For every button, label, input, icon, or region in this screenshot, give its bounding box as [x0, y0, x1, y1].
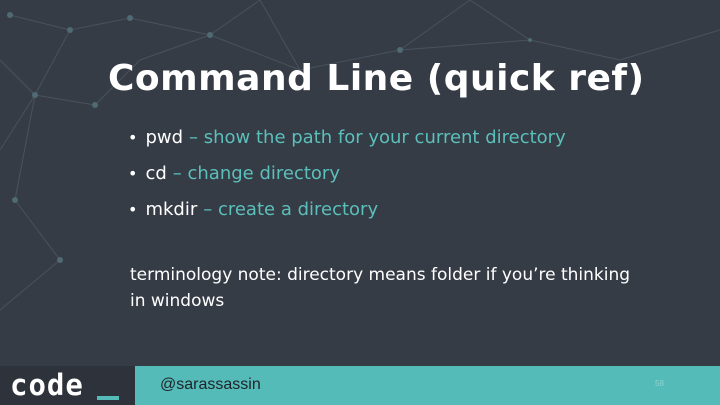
list-item-cd: • cd – change directory	[128, 156, 566, 192]
command-description: – create a directory	[203, 199, 379, 220]
logo-block: code	[0, 366, 135, 405]
bullet-dot-icon: •	[128, 128, 138, 147]
page-number: 58	[655, 379, 664, 388]
command-description: – show the path for your current directo…	[189, 127, 566, 148]
command-name: cd	[145, 163, 167, 184]
logo-cursor-underscore	[97, 396, 119, 400]
command-list: • pwd – show the path for your current d…	[128, 120, 566, 228]
footer-bar: code @sarassassin 58	[0, 366, 720, 405]
author-handle: @sarassassin	[160, 376, 261, 393]
code-logo: code	[10, 368, 84, 402]
list-item-mkdir: • mkdir – create a directory	[128, 192, 566, 228]
terminology-note: terminology note: directory means folder…	[130, 265, 631, 311]
slide: Command Line (quick ref) • pwd – show th…	[0, 0, 720, 405]
list-item-pwd: • pwd – show the path for your current d…	[128, 120, 566, 156]
command-description: – change directory	[172, 163, 340, 184]
bullet-dot-icon: •	[128, 164, 138, 183]
command-name: mkdir	[145, 199, 198, 220]
slide-title: Command Line (quick ref)	[108, 58, 645, 99]
command-name: pwd	[145, 127, 184, 148]
bullet-dot-icon: •	[128, 200, 138, 219]
